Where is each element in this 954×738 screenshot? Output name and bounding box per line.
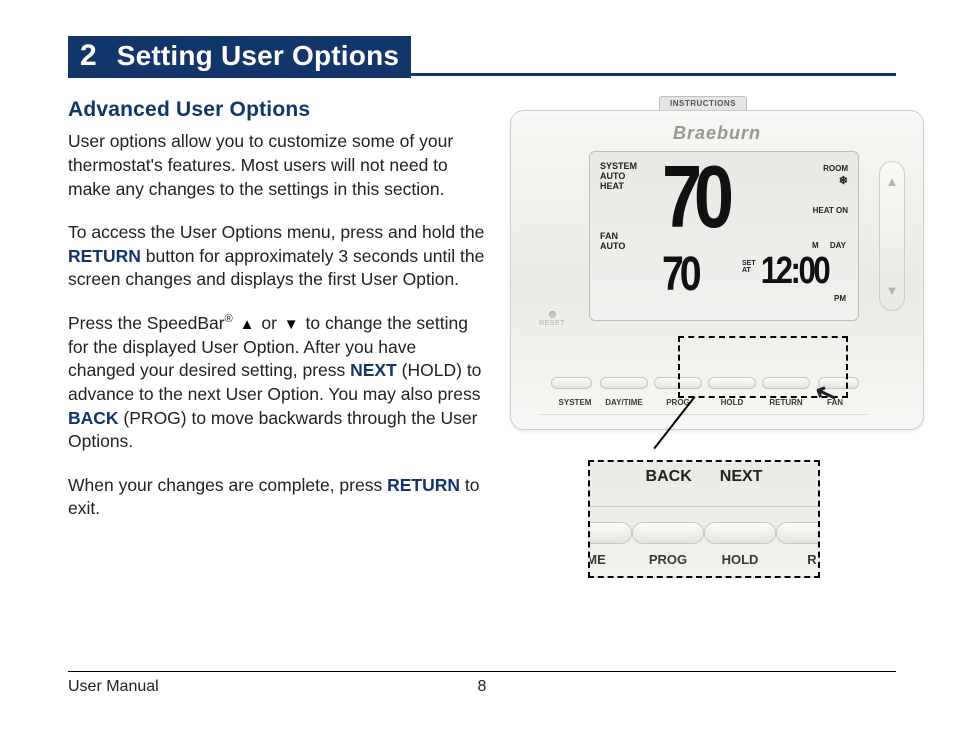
lcd-day-label: DAY xyxy=(830,241,846,250)
zoom-next-label: NEXT xyxy=(720,468,763,486)
zoom-hold-label: HOLD xyxy=(704,552,776,567)
zoom-back-label: BACK xyxy=(646,468,692,486)
hold-button[interactable] xyxy=(708,377,756,389)
zoom-pill-prog xyxy=(632,522,704,544)
footer-page-number: 8 xyxy=(478,678,487,696)
callout-zoom-box: BACK NEXT ME PROG HOLD R xyxy=(588,460,820,578)
zoom-me-label: ME xyxy=(588,552,632,567)
thermostat-figure: INSTRUCTIONS Braeburn RESET SYSTEM AUTO … xyxy=(510,96,896,606)
keyword-return: RETURN xyxy=(68,246,141,266)
lcd-set-temp: 70 xyxy=(662,247,698,302)
lcd-clock: 12:00 xyxy=(761,250,828,293)
daytime-button[interactable] xyxy=(600,377,648,389)
keyword-next: NEXT xyxy=(350,360,397,380)
brand-logo: Braeburn xyxy=(673,123,761,144)
lcd-at-label: AT xyxy=(742,267,756,274)
keyword-back: BACK xyxy=(68,408,119,428)
lcd-room-label: ROOM xyxy=(823,164,848,174)
up-arrow-icon: ▲ xyxy=(238,315,257,335)
section-number: 2 xyxy=(68,36,111,78)
snowflake-icon: ❄ xyxy=(823,174,848,188)
lcd-set-label: SET xyxy=(742,260,756,267)
lcd-fan-auto: AUTO xyxy=(600,242,625,252)
lcd-heat-on: HEAT ON xyxy=(813,206,848,215)
hold-button-label: HOLD xyxy=(708,398,756,407)
system-button-label: SYSTEM xyxy=(551,398,599,407)
zoom-prog-label: PROG xyxy=(632,552,704,567)
speedbar-rocker[interactable]: ▲ ▼ xyxy=(879,161,905,311)
body-text-column: Advanced User Options User options allow… xyxy=(68,96,488,606)
zoom-pill-left xyxy=(588,522,632,544)
chevron-down-icon: ▼ xyxy=(886,283,899,298)
prog-button-label: PROG xyxy=(654,398,702,407)
paragraph-2: To access the User Options menu, press a… xyxy=(68,221,488,292)
daytime-button-label: DAY/TIME xyxy=(600,398,648,407)
system-button[interactable] xyxy=(551,377,592,389)
paragraph-4: When your changes are complete, press RE… xyxy=(68,474,488,521)
section-header: 2 Setting User Options xyxy=(68,36,896,78)
section-title: Setting User Options xyxy=(111,36,411,78)
prog-button[interactable] xyxy=(654,377,702,389)
button-label-row: SYSTEM DAY/TIME PROG HOLD RETURN FAN xyxy=(551,398,859,407)
zoom-pill-right xyxy=(776,522,820,544)
page-footer: User Manual 8 xyxy=(68,671,896,696)
chevron-up-icon: ▲ xyxy=(886,174,899,189)
header-rule xyxy=(411,36,896,76)
zoom-pill-hold xyxy=(704,522,776,544)
down-arrow-icon: ▼ xyxy=(282,315,301,335)
lcd-screen: SYSTEM AUTO HEAT FAN AUTO 70 ROOM ❄ HEAT… xyxy=(589,151,859,321)
thermostat-device: Braeburn RESET SYSTEM AUTO HEAT FAN AUTO… xyxy=(510,110,924,430)
reset-button[interactable]: RESET xyxy=(533,311,571,327)
reset-hole-icon xyxy=(549,311,556,318)
paragraph-1: User options allow you to customize some… xyxy=(68,130,488,201)
zoom-r-label: R xyxy=(776,552,820,567)
lcd-system-heat: HEAT xyxy=(600,182,637,192)
return-button-label: RETURN xyxy=(762,398,810,407)
lcd-room-temp: 70 xyxy=(662,146,726,248)
return-button[interactable] xyxy=(762,377,810,389)
lcd-pm: PM xyxy=(834,294,846,303)
instructions-tab: INSTRUCTIONS xyxy=(659,96,747,111)
device-divider xyxy=(539,414,867,415)
keyword-return-2: RETURN xyxy=(387,475,460,495)
paragraph-3: Press the SpeedBar® ▲ or ▼ to change the… xyxy=(68,312,488,454)
subsection-heading: Advanced User Options xyxy=(68,96,488,124)
lcd-m-label: M xyxy=(812,241,819,250)
